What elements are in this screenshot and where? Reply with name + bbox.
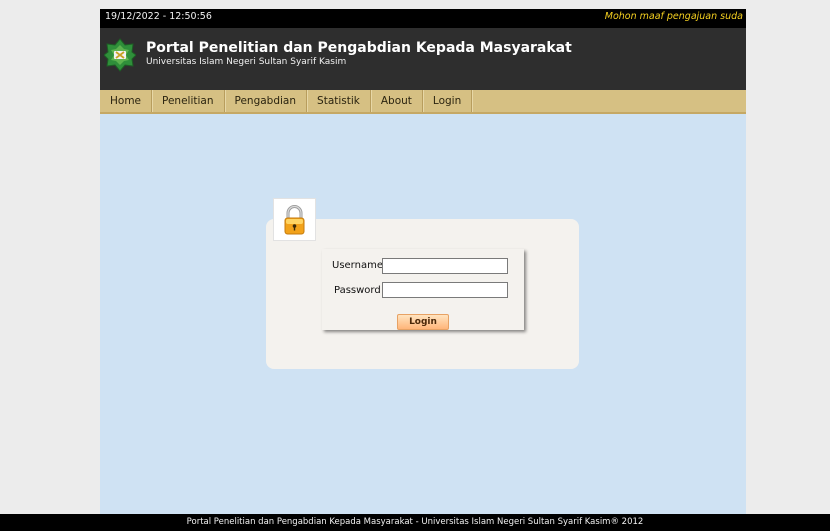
username-label: Username: (332, 260, 387, 271)
announcement-marquee: Mohon maaf pengajuan suda (604, 11, 743, 22)
site-subtitle: Universitas Islam Negeri Sultan Syarif K… (146, 57, 347, 67)
username-input[interactable] (382, 258, 508, 274)
university-logo-icon (104, 38, 136, 72)
site-header: Portal Penelitian dan Pengabdian Kepada … (100, 28, 746, 90)
main-nav: Home Penelitian Pengabdian Statistik Abo… (100, 90, 746, 114)
login-button[interactable]: Login (397, 314, 449, 330)
lock-icon (284, 205, 305, 235)
password-label: Password : (334, 285, 388, 296)
nav-item-home[interactable]: Home (100, 90, 153, 112)
nav-item-pengabdian[interactable]: Pengabdian (225, 90, 308, 112)
page-container: 19/12/2022 - 12:50:56 Mohon maaf pengaju… (100, 9, 746, 514)
nav-item-about[interactable]: About (371, 90, 423, 112)
nav-item-statistik[interactable]: Statistik (307, 90, 371, 112)
password-input[interactable] (382, 282, 508, 298)
nav-item-login[interactable]: Login (423, 90, 473, 112)
footer: Portal Penelitian dan Pengabdian Kepada … (0, 514, 830, 531)
site-title: Portal Penelitian dan Pengabdian Kepada … (146, 40, 572, 56)
lock-icon-box (273, 198, 316, 241)
nav-item-penelitian[interactable]: Penelitian (152, 90, 225, 112)
datetime: 19/12/2022 - 12:50:56 (105, 11, 212, 22)
top-bar: 19/12/2022 - 12:50:56 Mohon maaf pengaju… (100, 9, 746, 28)
